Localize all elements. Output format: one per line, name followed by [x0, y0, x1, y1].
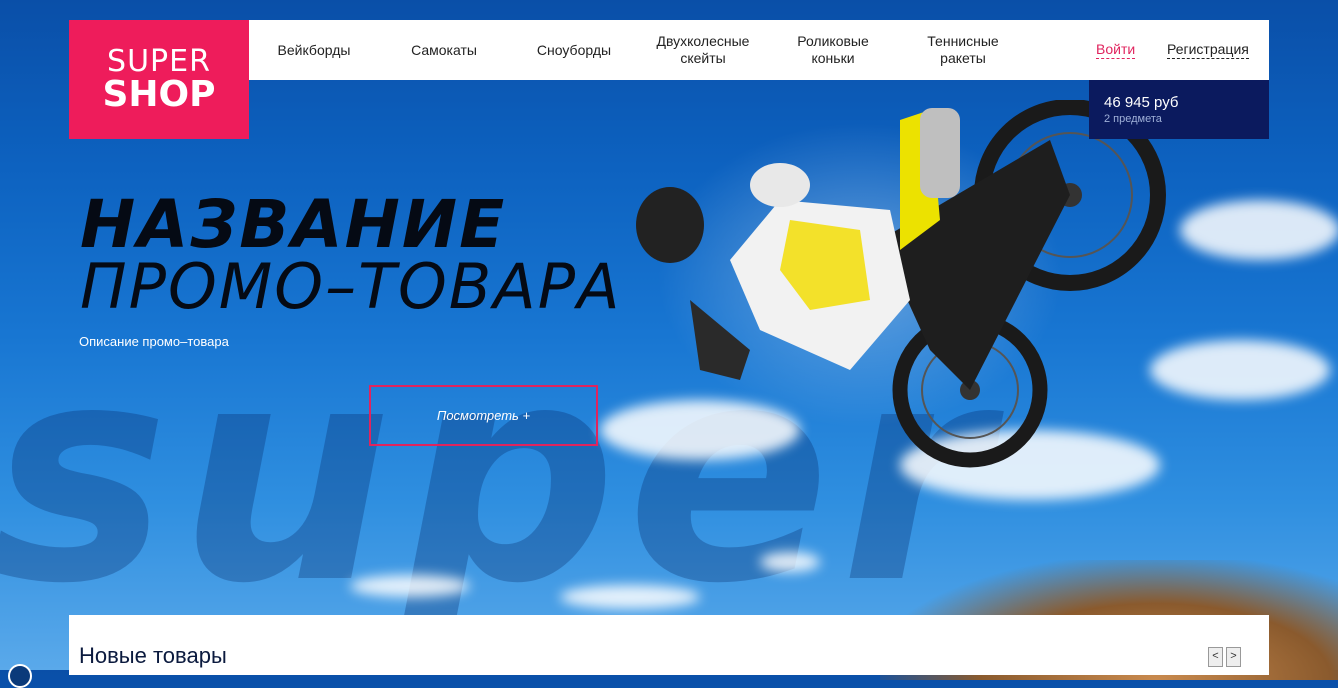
promo-title-line2: ПРОМО–ТОВАРА — [80, 250, 622, 323]
logo-text-super: SUPER — [107, 43, 211, 79]
nav-item-wakeboards[interactable]: Вейкборды — [259, 20, 369, 80]
main-navigation: Вейкборды Самокаты Сноуборды Двухколесны… — [249, 20, 1269, 80]
next-arrow-button[interactable]: > — [1226, 647, 1241, 667]
cloud — [1180, 200, 1338, 260]
nav-item-snowboards[interactable]: Сноуборды — [519, 20, 629, 80]
nav-item-two-wheel-skates[interactable]: Двухколесные скейты — [643, 20, 763, 80]
promo-description: Описание промо–товара — [79, 334, 229, 349]
logo-text-shop: SHOP — [102, 73, 216, 115]
cart-price: 46 945 руб — [1104, 94, 1179, 111]
rider-glove — [690, 300, 750, 380]
register-label: Регистрация — [1167, 41, 1249, 59]
cart-summary[interactable]: 46 945 руб 2 предмета — [1089, 80, 1269, 139]
new-products-title: Новые товары — [79, 643, 227, 668]
nav-item-roller-skates[interactable]: Роликовые коньки — [783, 20, 883, 80]
cloud — [760, 552, 820, 572]
prev-arrow-button[interactable]: < — [1208, 647, 1223, 667]
nav-item-tennis-rackets[interactable]: Теннисные ракеты — [913, 20, 1013, 80]
motocross-rider-image — [636, 100, 1166, 468]
bike-exhaust — [920, 108, 960, 198]
nav-item-scooters[interactable]: Самокаты — [389, 20, 499, 80]
scroll-indicator-icon[interactable] — [8, 664, 32, 688]
cloud — [350, 575, 470, 597]
login-label: Войти — [1096, 41, 1136, 59]
cart-item-count: 2 предмета — [1104, 113, 1162, 125]
cloud — [560, 585, 700, 609]
register-link[interactable]: Регистрация — [1167, 20, 1249, 80]
view-promo-button[interactable]: Посмотреть + — [369, 385, 598, 446]
rider-helmet — [636, 187, 704, 263]
rider-knee — [750, 163, 810, 207]
login-link[interactable]: Войти — [1096, 20, 1136, 80]
logo[interactable]: SUPER SHOP — [69, 20, 249, 139]
new-products-panel: Новые товары < > — [69, 615, 1269, 675]
